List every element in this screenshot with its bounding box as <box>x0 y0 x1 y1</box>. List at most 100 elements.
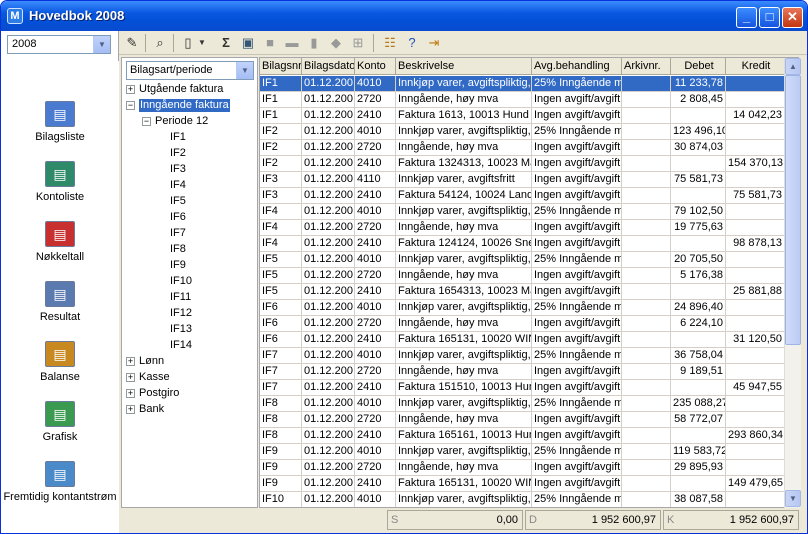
table-row[interactable]: IF3 01.12.200 2410 Faktura 54124, 10024 Lan… <box>260 188 785 204</box>
table-row[interactable]: IF9 01.12.200 2720 Inngående, høy mva Ingen … <box>260 460 785 476</box>
nav-item-grafisk[interactable]: ▤ Grafisk <box>1 401 119 444</box>
collapse-icon[interactable]: − <box>142 117 151 126</box>
properties-icon[interactable]: ☷ <box>381 34 399 52</box>
maximize-button[interactable]: □ <box>759 7 780 28</box>
table-row[interactable]: IF7 01.12.200 2410 Faktura 151510, 10013 Hu… <box>260 380 785 396</box>
table-cell: Faktura 165161, 10013 Hur <box>396 428 532 444</box>
table-row[interactable]: IF4 01.12.200 2720 Inngående, høy mva Ingen … <box>260 220 785 236</box>
chevron-down-icon[interactable]: ▼ <box>236 62 253 79</box>
scroll-thumb[interactable] <box>785 75 801 345</box>
tree-node-voucher[interactable]: IF10 <box>170 275 192 288</box>
tree-node-periode-12[interactable]: Periode 12 <box>155 115 208 128</box>
tree-node-lønn[interactable]: Lønn <box>139 355 164 368</box>
tree-node-voucher[interactable]: IF12 <box>170 307 192 320</box>
tree-node-voucher[interactable]: IF2 <box>170 147 186 160</box>
column-header[interactable]: Avg.behandling <box>532 58 622 75</box>
expand-icon[interactable]: + <box>126 389 135 398</box>
tree-node-voucher[interactable]: IF7 <box>170 227 186 240</box>
expand-icon[interactable]: + <box>126 373 135 382</box>
column-header[interactable]: Debet <box>671 58 726 75</box>
table-row[interactable]: IF8 01.12.200 4010 Innkjøp varer, avgiftspl… <box>260 396 785 412</box>
tree-node-voucher[interactable]: IF4 <box>170 179 186 192</box>
table-cell: 4010 <box>355 252 396 268</box>
table-row[interactable]: IF8 01.12.200 2410 Faktura 165161, 10013 Hu… <box>260 428 785 444</box>
nav-item-kontoliste[interactable]: ▤ Kontoliste <box>1 161 119 204</box>
tree-node-voucher[interactable]: IF13 <box>170 323 192 336</box>
scroll-down-icon[interactable]: ▼ <box>785 490 801 507</box>
grid-vertical-scrollbar[interactable]: ▲ ▼ <box>784 58 801 508</box>
collapse-icon[interactable]: − <box>126 101 135 110</box>
table-row[interactable]: IF5 01.12.200 2410 Faktura 1654313, 10023 M… <box>260 284 785 300</box>
table-row[interactable]: IF10 01.12.200 4010 Innkjøp varer, avgiftsp… <box>260 492 785 507</box>
table-row[interactable]: IF5 01.12.200 4010 Innkjøp varer, avgiftspl… <box>260 252 785 268</box>
table-row[interactable]: IF5 01.12.200 2720 Inngående, høy mva Ingen … <box>260 268 785 284</box>
table-row[interactable]: IF7 01.12.200 2720 Inngående, høy mva Ingen … <box>260 364 785 380</box>
table-row[interactable]: IF3 01.12.200 4110 Innkjøp varer, avgiftsfr… <box>260 172 785 188</box>
table-cell: Innkjøp varer, avgiftspliktig, <box>396 444 532 460</box>
tree-node-bank[interactable]: Bank <box>139 403 164 416</box>
table-row[interactable]: IF9 01.12.200 2410 Faktura 165131, 10020 WI… <box>260 476 785 492</box>
close-button[interactable]: ✕ <box>782 7 803 28</box>
nav-item-bilagsliste[interactable]: ▤ Bilagsliste <box>1 101 119 144</box>
table-row[interactable]: IF1 01.12.200 4010 Innkjøp varer, avgiftspl… <box>260 76 785 92</box>
search-icon[interactable]: ⌕ <box>151 34 169 52</box>
table-cell: 9 189,51 <box>671 364 726 380</box>
tree-node-voucher[interactable]: IF5 <box>170 195 186 208</box>
scroll-up-icon[interactable]: ▲ <box>785 58 801 75</box>
table-row[interactable]: IF1 01.12.200 2720 Inngående, høy mva Ingen … <box>260 92 785 108</box>
table-cell: Innkjøp varer, avgiftspliktig, <box>396 204 532 220</box>
table-row[interactable]: IF2 01.12.200 2720 Inngående, høy mva Ingen … <box>260 140 785 156</box>
edit-icon[interactable]: ✎ <box>123 34 141 52</box>
table-cell <box>622 140 671 156</box>
column-header[interactable]: Bilagsnr. <box>260 58 302 75</box>
expand-icon[interactable]: + <box>126 85 135 94</box>
chevron-down-icon[interactable]: ▼ <box>93 36 110 53</box>
windows-icon[interactable]: ▣ <box>239 34 257 52</box>
column-header[interactable]: Kredit <box>726 58 785 75</box>
table-cell: 20 705,50 <box>671 252 726 268</box>
sum-icon[interactable]: Σ <box>217 34 235 52</box>
table-row[interactable]: IF4 01.12.200 2410 Faktura 124124, 10026 Sn… <box>260 236 785 252</box>
column-header[interactable]: Arkivnr. <box>622 58 671 75</box>
table-row[interactable]: IF2 01.12.200 2410 Faktura 1324313, 10023 M… <box>260 156 785 172</box>
tree-node-postgiro[interactable]: Postgiro <box>139 387 179 400</box>
expand-icon[interactable]: + <box>126 405 135 414</box>
table-row[interactable]: IF7 01.12.200 4010 Innkjøp varer, avgiftspl… <box>260 348 785 364</box>
nav-item-resultat[interactable]: ▤ Resultat <box>1 281 119 324</box>
tree-node-voucher[interactable]: IF6 <box>170 211 186 224</box>
tree-node-voucher[interactable]: IF3 <box>170 163 186 176</box>
new-document-icon[interactable]: ▯ <box>179 34 197 52</box>
tree-node-voucher[interactable]: IF9 <box>170 259 186 272</box>
table-row[interactable]: IF6 01.12.200 2720 Inngående, høy mva Ingen … <box>260 316 785 332</box>
tree-view-select[interactable]: Bilagsart/periode ▼ <box>126 61 254 80</box>
chevron-down-icon[interactable]: ▼ <box>197 34 207 52</box>
minimize-button[interactable]: _ <box>736 7 757 28</box>
table-row[interactable]: IF6 01.12.200 2410 Faktura 165131, 10020 WI… <box>260 332 785 348</box>
nav-item-balanse[interactable]: ▤ Balanse <box>1 341 119 384</box>
tree-node-voucher[interactable]: IF1 <box>170 131 186 144</box>
table-row[interactable]: IF4 01.12.200 4010 Innkjøp varer, avgiftspl… <box>260 204 785 220</box>
nav-item-fremtidig-kontantstrøm[interactable]: ▤ Fremtidig kontantstrøm <box>1 461 119 504</box>
nav-item-nøkkeltall[interactable]: ▤ Nøkkeltall <box>1 221 119 264</box>
table-row[interactable]: IF6 01.12.200 4010 Innkjøp varer, avgiftspl… <box>260 300 785 316</box>
tree-node-voucher[interactable]: IF14 <box>170 339 192 352</box>
tree-node-voucher[interactable]: IF8 <box>170 243 186 256</box>
table-cell: 38 087,58 <box>671 492 726 507</box>
table-row[interactable]: IF9 01.12.200 4010 Innkjøp varer, avgiftspl… <box>260 444 785 460</box>
year-select[interactable]: 2008 ▼ <box>7 35 111 54</box>
column-header[interactable]: Bilagsdato <box>302 58 355 75</box>
expand-icon[interactable]: + <box>126 357 135 366</box>
column-header[interactable]: Beskrivelse <box>396 58 532 75</box>
tree-node-kasse[interactable]: Kasse <box>139 371 170 384</box>
tree-node-inngaende-faktura[interactable]: Inngående faktura <box>139 99 230 112</box>
table-row[interactable]: IF2 01.12.200 4010 Innkjøp varer, avgiftspl… <box>260 124 785 140</box>
table-row[interactable]: IF1 01.12.200 2410 Faktura 1613, 10013 Hund… <box>260 108 785 124</box>
title-bar[interactable]: M Hovedbok 2008 _ □ ✕ <box>1 1 807 31</box>
table-row[interactable]: IF8 01.12.200 2720 Inngående, høy mva Ingen … <box>260 412 785 428</box>
tree-node-utgaende-faktura[interactable]: Utgående faktura <box>139 83 223 96</box>
tree-node-voucher[interactable]: IF11 <box>170 291 191 304</box>
help-icon[interactable]: ? <box>403 34 421 52</box>
column-header[interactable]: Konto <box>355 58 396 75</box>
exit-icon[interactable]: ⇥ <box>425 34 443 52</box>
table-cell: 2410 <box>355 236 396 252</box>
